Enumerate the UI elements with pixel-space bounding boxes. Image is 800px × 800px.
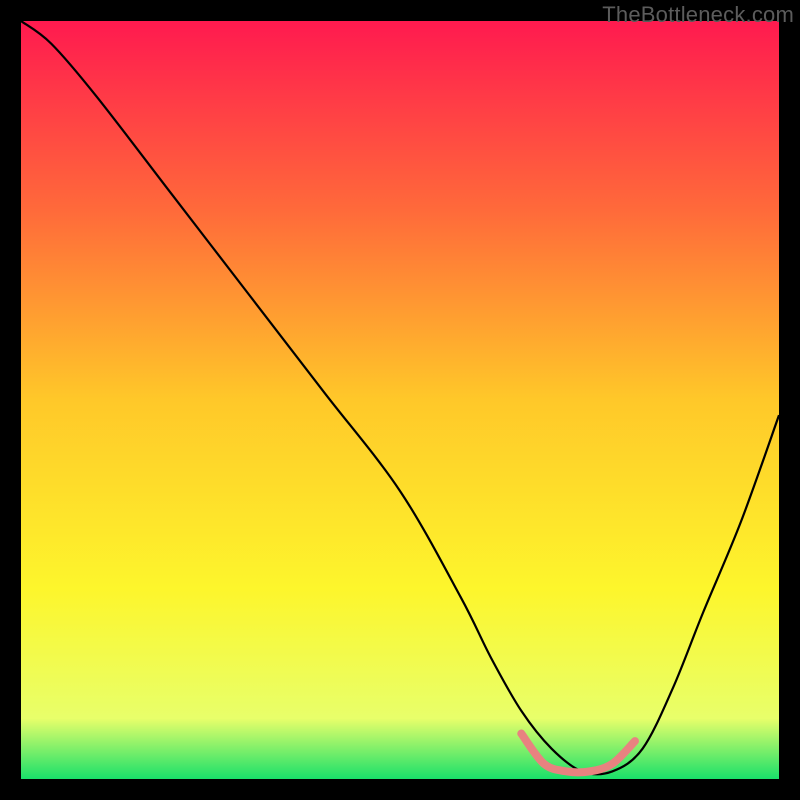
bottleneck-chart <box>21 21 779 779</box>
chart-frame <box>21 21 779 779</box>
gradient-background <box>21 21 779 779</box>
watermark-text: TheBottleneck.com <box>602 2 794 28</box>
